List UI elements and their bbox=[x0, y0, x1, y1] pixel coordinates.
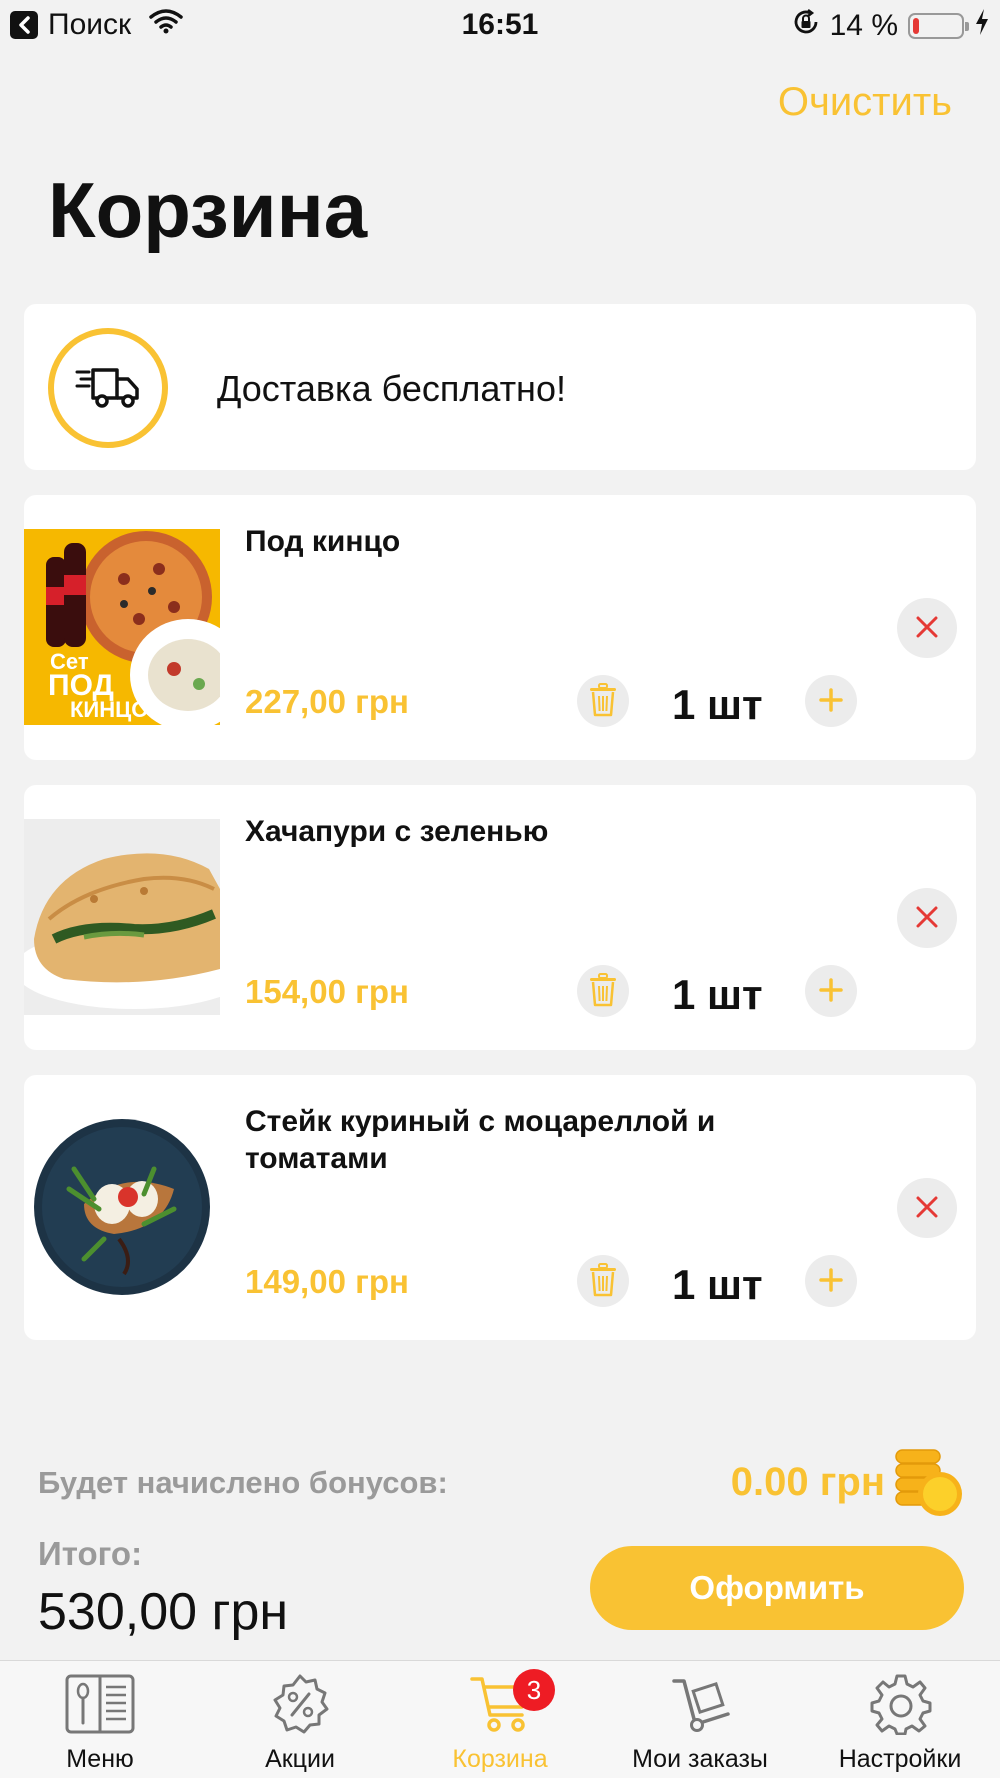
plus-icon bbox=[818, 977, 844, 1006]
increase-quantity-button[interactable] bbox=[805, 1255, 857, 1307]
rotation-lock-icon bbox=[792, 8, 820, 44]
discount-badge-icon bbox=[270, 1673, 330, 1735]
coins-icon bbox=[894, 1448, 964, 1518]
item-name: Хачапури с зеленью bbox=[245, 815, 549, 848]
clear-cart-button[interactable]: Очистить bbox=[778, 80, 952, 125]
tab-menu[interactable]: Меню bbox=[0, 1661, 200, 1778]
item-image: Сет ПОД КИНЦО bbox=[24, 529, 220, 725]
status-indicators: 14 % bbox=[792, 8, 990, 44]
settings-gear-icon bbox=[870, 1673, 932, 1736]
decrease-quantity-button[interactable] bbox=[577, 1255, 629, 1307]
trash-icon bbox=[588, 682, 618, 720]
tab-settings[interactable]: Настройки bbox=[800, 1661, 1000, 1778]
total-value: 530,00 грн bbox=[38, 1583, 289, 1641]
tab-menu-label: Меню bbox=[66, 1745, 134, 1773]
status-bar: Поиск 16:51 14 % bbox=[0, 0, 1000, 50]
close-icon bbox=[915, 615, 939, 642]
item-name: Под кинцо bbox=[245, 525, 401, 558]
tab-my-orders[interactable]: Мои заказы bbox=[600, 1661, 800, 1778]
cart-item: Хачапури с зеленью 154,00 грн 1 шт bbox=[24, 785, 976, 1050]
bonus-value: 0.00 грн bbox=[730, 1460, 885, 1504]
tab-cart-label: Корзина bbox=[452, 1745, 548, 1773]
battery-icon bbox=[908, 13, 969, 39]
menu-book-icon bbox=[65, 1673, 135, 1735]
close-icon bbox=[915, 1195, 939, 1222]
increase-quantity-button[interactable] bbox=[805, 675, 857, 727]
close-icon bbox=[915, 905, 939, 932]
charging-bolt-icon bbox=[974, 8, 990, 44]
item-price: 149,00 грн bbox=[245, 1263, 409, 1300]
hand-truck-icon bbox=[670, 1673, 730, 1735]
tab-cart[interactable]: 3 Корзина bbox=[400, 1661, 600, 1778]
trash-icon bbox=[588, 972, 618, 1010]
item-quantity: 1 шт bbox=[672, 971, 763, 1018]
remove-item-button[interactable] bbox=[897, 1178, 957, 1238]
tab-bar: Меню Акции 3 Корзина Мои заказы Настройк… bbox=[0, 1660, 1000, 1778]
total-label: Итого: bbox=[38, 1535, 143, 1572]
truck-icon bbox=[48, 328, 168, 448]
item-quantity: 1 шт bbox=[672, 681, 763, 728]
tab-my-orders-label: Мои заказы bbox=[632, 1745, 768, 1773]
checkout-button[interactable]: Оформить bbox=[590, 1546, 964, 1630]
delivery-text: Доставка бесплатно! bbox=[217, 368, 566, 409]
cart-count-badge: 3 bbox=[513, 1669, 555, 1711]
page-title: Корзина bbox=[48, 166, 368, 254]
item-image bbox=[24, 819, 220, 1015]
remove-item-button[interactable] bbox=[897, 888, 957, 948]
tab-promotions[interactable]: Акции bbox=[200, 1661, 400, 1778]
tab-settings-label: Настройки bbox=[838, 1745, 962, 1773]
decrease-quantity-button[interactable] bbox=[577, 965, 629, 1017]
cart-item: Сет ПОД КИНЦО Под кинцо 227,00 грн 1 шт bbox=[24, 495, 976, 760]
plus-icon bbox=[818, 687, 844, 716]
battery-percent: 14 % bbox=[829, 9, 898, 42]
decrease-quantity-button[interactable] bbox=[577, 675, 629, 727]
item-quantity: 1 шт bbox=[672, 1261, 763, 1308]
item-name: Стейк куриный с моцареллой и томатами bbox=[245, 1105, 716, 1175]
increase-quantity-button[interactable] bbox=[805, 965, 857, 1017]
item-price: 154,00 грн bbox=[245, 973, 409, 1010]
trash-icon bbox=[588, 1262, 618, 1300]
set-line3: КИНЦО bbox=[70, 697, 148, 722]
tab-promotions-label: Акции bbox=[265, 1745, 335, 1773]
bonus-label: Будет начислено бонусов: bbox=[38, 1465, 448, 1500]
remove-item-button[interactable] bbox=[897, 598, 957, 658]
cart-item: Стейк куриный с моцареллой и томатами 14… bbox=[24, 1075, 976, 1340]
item-image bbox=[24, 1109, 220, 1305]
battery-level bbox=[913, 18, 920, 34]
item-price: 227,00 грн bbox=[245, 683, 409, 720]
delivery-banner: Доставка бесплатно! bbox=[24, 304, 976, 470]
plus-icon bbox=[818, 1267, 844, 1296]
